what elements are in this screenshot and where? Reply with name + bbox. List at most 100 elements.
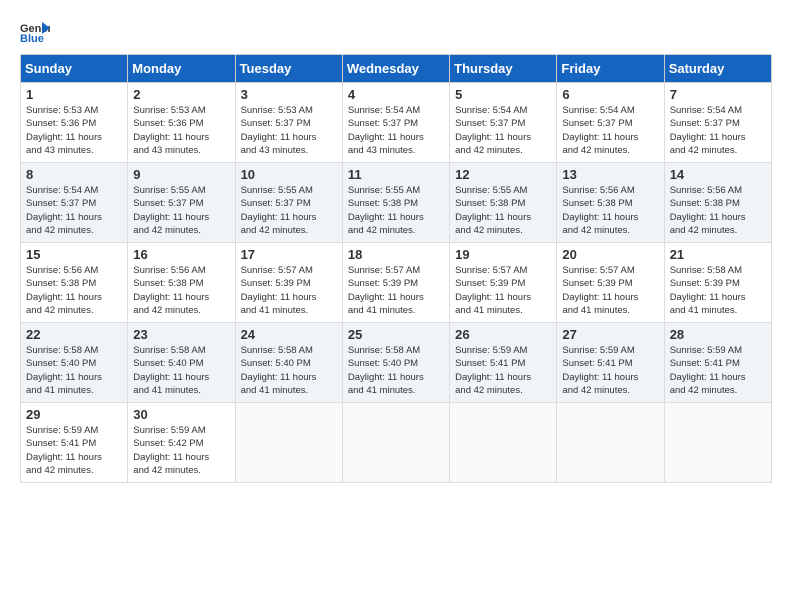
day-number: 17: [241, 247, 337, 262]
calendar-cell: [557, 403, 664, 483]
calendar-cell: [342, 403, 449, 483]
calendar-cell: 14Sunrise: 5:56 AM Sunset: 5:38 PM Dayli…: [664, 163, 771, 243]
day-info: Sunrise: 5:54 AM Sunset: 5:37 PM Dayligh…: [670, 104, 766, 157]
calendar-cell: 8Sunrise: 5:54 AM Sunset: 5:37 PM Daylig…: [21, 163, 128, 243]
day-number: 15: [26, 247, 122, 262]
day-info: Sunrise: 5:58 AM Sunset: 5:39 PM Dayligh…: [670, 264, 766, 317]
day-info: Sunrise: 5:55 AM Sunset: 5:38 PM Dayligh…: [348, 184, 444, 237]
day-info: Sunrise: 5:59 AM Sunset: 5:41 PM Dayligh…: [562, 344, 658, 397]
calendar-cell: [450, 403, 557, 483]
day-info: Sunrise: 5:53 AM Sunset: 5:37 PM Dayligh…: [241, 104, 337, 157]
week-row-1: 8Sunrise: 5:54 AM Sunset: 5:37 PM Daylig…: [21, 163, 772, 243]
day-info: Sunrise: 5:56 AM Sunset: 5:38 PM Dayligh…: [26, 264, 122, 317]
header-cell-saturday: Saturday: [664, 55, 771, 83]
day-info: Sunrise: 5:58 AM Sunset: 5:40 PM Dayligh…: [348, 344, 444, 397]
day-info: Sunrise: 5:54 AM Sunset: 5:37 PM Dayligh…: [562, 104, 658, 157]
svg-text:Blue: Blue: [20, 33, 44, 44]
day-info: Sunrise: 5:55 AM Sunset: 5:37 PM Dayligh…: [133, 184, 229, 237]
calendar-cell: 25 Sunrise: 5:58 AM Sunset: 5:40 PM Dayli…: [342, 323, 449, 403]
day-number: 11: [348, 167, 444, 182]
day-number: 21: [670, 247, 766, 262]
day-info: Sunrise: 5:58 AM Sunset: 5:40 PM Dayligh…: [26, 344, 122, 397]
calendar-cell: 4 Sunrise: 5:54 AM Sunset: 5:37 PM Daylig…: [342, 83, 449, 163]
day-info: Sunrise: 5:55 AM Sunset: 5:37 PM Dayligh…: [241, 184, 337, 237]
calendar-cell: 26Sunrise: 5:59 AM Sunset: 5:41 PM Dayli…: [450, 323, 557, 403]
calendar-cell: 18Sunrise: 5:57 AM Sunset: 5:39 PM Dayli…: [342, 243, 449, 323]
calendar-table: SundayMondayTuesdayWednesdayThursdayFrid…: [20, 54, 772, 483]
week-row-3: 22 Sunrise: 5:58 AM Sunset: 5:40 PM Dayli…: [21, 323, 772, 403]
calendar-cell: 24 Sunrise: 5:58 AM Sunset: 5:40 PM Dayli…: [235, 323, 342, 403]
calendar-cell: 1 Sunrise: 5:53 AM Sunset: 5:36 PM Daylig…: [21, 83, 128, 163]
calendar-cell: 7Sunrise: 5:54 AM Sunset: 5:37 PM Daylig…: [664, 83, 771, 163]
day-info: Sunrise: 5:57 AM Sunset: 5:39 PM Dayligh…: [455, 264, 551, 317]
day-number: 10: [241, 167, 337, 182]
day-info: Sunrise: 5:53 AM Sunset: 5:36 PM Dayligh…: [133, 104, 229, 157]
week-row-4: 29 Sunrise: 5:59 AM Sunset: 5:41 PM Dayli…: [21, 403, 772, 483]
day-number: 9: [133, 167, 229, 182]
header-row: SundayMondayTuesdayWednesdayThursdayFrid…: [21, 55, 772, 83]
day-number: 8: [26, 167, 122, 182]
day-info: Sunrise: 5:59 AM Sunset: 5:41 PM Dayligh…: [670, 344, 766, 397]
header-cell-wednesday: Wednesday: [342, 55, 449, 83]
calendar-cell: 29 Sunrise: 5:59 AM Sunset: 5:41 PM Dayli…: [21, 403, 128, 483]
week-row-2: 15 Sunrise: 5:56 AM Sunset: 5:38 PM Dayli…: [21, 243, 772, 323]
calendar-cell: 2 Sunrise: 5:53 AM Sunset: 5:36 PM Daylig…: [128, 83, 235, 163]
day-number: 4: [348, 87, 444, 102]
calendar-cell: 15 Sunrise: 5:56 AM Sunset: 5:38 PM Dayli…: [21, 243, 128, 323]
day-number: 3: [241, 87, 337, 102]
header-cell-sunday: Sunday: [21, 55, 128, 83]
day-info: Sunrise: 5:54 AM Sunset: 5:37 PM Dayligh…: [348, 104, 444, 157]
day-number: 22: [26, 327, 122, 342]
calendar-cell: 22 Sunrise: 5:58 AM Sunset: 5:40 PM Dayli…: [21, 323, 128, 403]
calendar-cell: 30 Sunrise: 5:59 AM Sunset: 5:42 PM Dayli…: [128, 403, 235, 483]
day-number: 26: [455, 327, 551, 342]
calendar-cell: 11 Sunrise: 5:55 AM Sunset: 5:38 PM Dayli…: [342, 163, 449, 243]
calendar-cell: 20 Sunrise: 5:57 AM Sunset: 5:39 PM Dayli…: [557, 243, 664, 323]
calendar-cell: 27 Sunrise: 5:59 AM Sunset: 5:41 PM Dayli…: [557, 323, 664, 403]
calendar-cell: 12 Sunrise: 5:55 AM Sunset: 5:38 PM Dayli…: [450, 163, 557, 243]
header-cell-friday: Friday: [557, 55, 664, 83]
day-number: 1: [26, 87, 122, 102]
calendar-cell: 19 Sunrise: 5:57 AM Sunset: 5:39 PM Dayli…: [450, 243, 557, 323]
calendar-cell: 3 Sunrise: 5:53 AM Sunset: 5:37 PM Daylig…: [235, 83, 342, 163]
day-number: 24: [241, 327, 337, 342]
day-number: 25: [348, 327, 444, 342]
day-info: Sunrise: 5:58 AM Sunset: 5:40 PM Dayligh…: [241, 344, 337, 397]
calendar-cell: 10 Sunrise: 5:55 AM Sunset: 5:37 PM Dayli…: [235, 163, 342, 243]
calendar-cell: 28Sunrise: 5:59 AM Sunset: 5:41 PM Dayli…: [664, 323, 771, 403]
calendar-cell: 17 Sunrise: 5:57 AM Sunset: 5:39 PM Dayli…: [235, 243, 342, 323]
logo-icon: General Blue: [20, 20, 50, 44]
day-info: Sunrise: 5:59 AM Sunset: 5:42 PM Dayligh…: [133, 424, 229, 477]
calendar-cell: 23Sunrise: 5:58 AM Sunset: 5:40 PM Dayli…: [128, 323, 235, 403]
day-info: Sunrise: 5:58 AM Sunset: 5:40 PM Dayligh…: [133, 344, 229, 397]
day-number: 6: [562, 87, 658, 102]
day-number: 18: [348, 247, 444, 262]
day-info: Sunrise: 5:57 AM Sunset: 5:39 PM Dayligh…: [241, 264, 337, 317]
day-number: 29: [26, 407, 122, 422]
day-number: 2: [133, 87, 229, 102]
header: General Blue: [20, 20, 772, 44]
day-number: 12: [455, 167, 551, 182]
calendar-cell: [664, 403, 771, 483]
day-number: 16: [133, 247, 229, 262]
day-info: Sunrise: 5:56 AM Sunset: 5:38 PM Dayligh…: [133, 264, 229, 317]
header-cell-thursday: Thursday: [450, 55, 557, 83]
day-number: 19: [455, 247, 551, 262]
calendar-cell: [235, 403, 342, 483]
calendar-cell: 16 Sunrise: 5:56 AM Sunset: 5:38 PM Dayli…: [128, 243, 235, 323]
day-info: Sunrise: 5:55 AM Sunset: 5:38 PM Dayligh…: [455, 184, 551, 237]
day-number: 14: [670, 167, 766, 182]
day-info: Sunrise: 5:57 AM Sunset: 5:39 PM Dayligh…: [562, 264, 658, 317]
day-info: Sunrise: 5:56 AM Sunset: 5:38 PM Dayligh…: [562, 184, 658, 237]
day-number: 30: [133, 407, 229, 422]
day-info: Sunrise: 5:53 AM Sunset: 5:36 PM Dayligh…: [26, 104, 122, 157]
day-number: 13: [562, 167, 658, 182]
header-cell-tuesday: Tuesday: [235, 55, 342, 83]
header-cell-monday: Monday: [128, 55, 235, 83]
day-info: Sunrise: 5:54 AM Sunset: 5:37 PM Dayligh…: [455, 104, 551, 157]
day-number: 27: [562, 327, 658, 342]
week-row-0: 1 Sunrise: 5:53 AM Sunset: 5:36 PM Daylig…: [21, 83, 772, 163]
day-number: 20: [562, 247, 658, 262]
day-info: Sunrise: 5:59 AM Sunset: 5:41 PM Dayligh…: [26, 424, 122, 477]
calendar-cell: 6 Sunrise: 5:54 AM Sunset: 5:37 PM Daylig…: [557, 83, 664, 163]
